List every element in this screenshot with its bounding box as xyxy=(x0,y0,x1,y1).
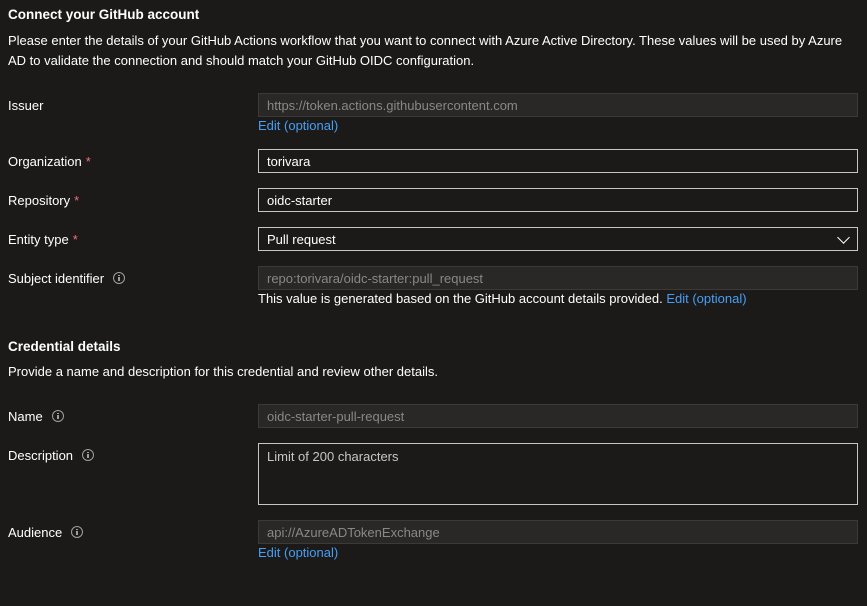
issuer-edit-wrapper: Edit (optional) xyxy=(258,118,338,133)
issuer-value: https://token.actions.githubusercontent.… xyxy=(267,97,518,113)
github-section-description: Please enter the details of your GitHub … xyxy=(8,33,843,68)
info-icon[interactable] xyxy=(51,410,64,422)
audience-label: Audience xyxy=(8,521,84,543)
repository-value: oidc-starter xyxy=(267,192,333,208)
info-icon[interactable] xyxy=(71,526,84,538)
audience-field: api://AzureADTokenExchange xyxy=(258,520,858,544)
info-icon[interactable] xyxy=(82,449,95,461)
repository-input[interactable]: oidc-starter xyxy=(258,188,858,212)
subject-identifier-helper: This value is generated based on the Git… xyxy=(258,291,747,306)
organization-value: torivara xyxy=(267,153,311,169)
audience-label-text: Audience xyxy=(8,524,63,540)
audience-value: api://AzureADTokenExchange xyxy=(267,524,440,540)
credential-section-title: Credential details xyxy=(8,339,121,354)
organization-input[interactable]: torivara xyxy=(258,149,858,173)
subject-identifier-field: repo:torivara/oidc-starter:pull_request xyxy=(258,266,858,290)
audience-edit-wrapper: Edit (optional) xyxy=(258,545,338,560)
github-credential-form: Connect your GitHub account Please enter… xyxy=(0,0,867,606)
required-asterisk: * xyxy=(72,231,78,247)
issuer-field: https://token.actions.githubusercontent.… xyxy=(258,93,858,117)
credential-section-description: Provide a name and description for this … xyxy=(8,364,438,379)
description-label: Description xyxy=(8,444,95,466)
subject-identifier-value: repo:torivara/oidc-starter:pull_request xyxy=(267,270,484,286)
name-value: oidc-starter-pull-request xyxy=(267,408,405,424)
subject-identifier-label-text: Subject identifier xyxy=(8,270,105,286)
name-label: Name xyxy=(8,405,64,427)
entity-type-label-text: Entity type xyxy=(8,231,69,247)
audience-edit-link[interactable]: Edit (optional) xyxy=(258,545,338,560)
subject-identifier-label: Subject identifier xyxy=(8,267,126,289)
issuer-label-text: Issuer xyxy=(8,97,44,113)
name-label-text: Name xyxy=(8,408,43,424)
description-placeholder: Limit of 200 characters xyxy=(267,449,399,464)
issuer-label: Issuer xyxy=(8,94,43,116)
issuer-edit-link[interactable]: Edit (optional) xyxy=(258,118,338,133)
name-field: oidc-starter-pull-request xyxy=(258,404,858,428)
subject-identifier-edit-link[interactable]: Edit (optional) xyxy=(666,291,746,306)
organization-label: Organization * xyxy=(8,150,91,172)
entity-type-label: Entity type * xyxy=(8,228,78,250)
subject-identifier-helper-text: This value is generated based on the Git… xyxy=(258,291,663,306)
info-icon[interactable] xyxy=(113,272,126,284)
entity-type-selected: Pull request xyxy=(267,231,336,247)
chevron-down-icon xyxy=(837,231,850,244)
repository-label: Repository * xyxy=(8,189,79,211)
description-textarea[interactable]: Limit of 200 characters xyxy=(258,443,858,505)
entity-type-dropdown[interactable]: Pull request xyxy=(258,227,858,251)
repository-label-text: Repository xyxy=(8,192,71,208)
required-asterisk: * xyxy=(85,153,91,169)
github-section-title: Connect your GitHub account xyxy=(8,7,200,22)
organization-label-text: Organization xyxy=(8,153,82,169)
required-asterisk: * xyxy=(74,192,80,208)
description-label-text: Description xyxy=(8,447,74,463)
